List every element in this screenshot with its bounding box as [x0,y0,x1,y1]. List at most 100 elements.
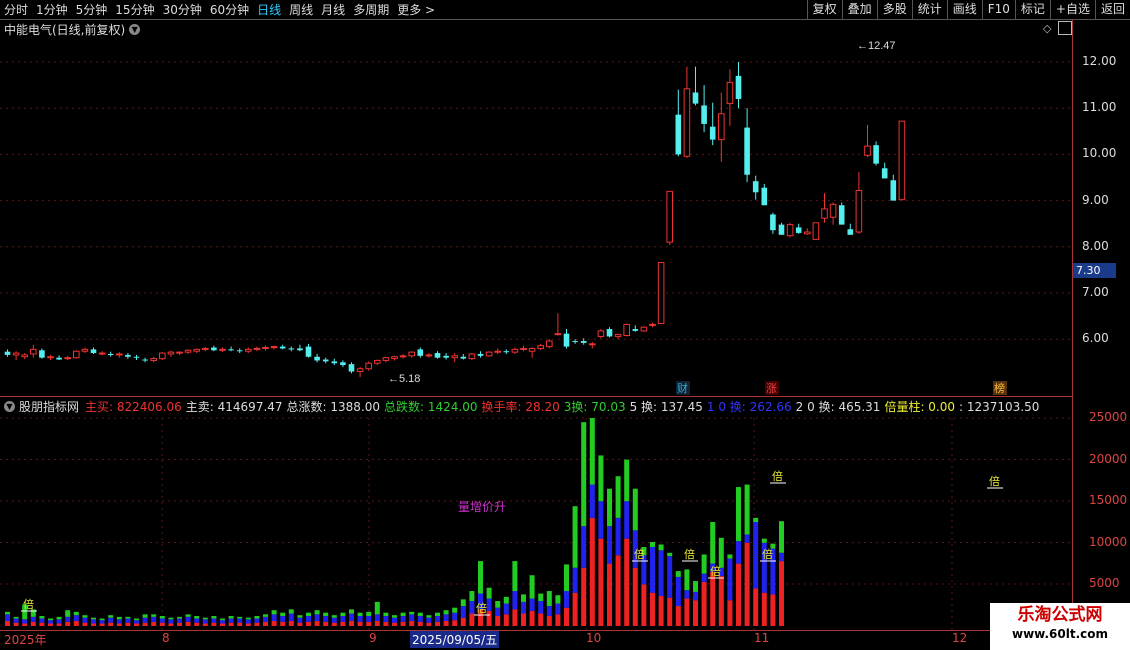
volume-bar-red [469,613,475,626]
price-tick-label: 8.00 [1082,238,1109,253]
volume-bar-blue [426,617,432,623]
indicator-field: 2 0 换: 465.31 [796,400,881,414]
volume-bar-green [288,609,294,614]
volume-bar-red [263,621,268,626]
volume-bar-red [521,613,526,626]
indicator-field-value: 414697.47 [217,399,283,414]
volume-bar-green [736,487,741,542]
volume-bar-blue [779,552,784,562]
volume-bar-green [598,455,604,502]
candle-body [898,120,906,201]
volume-bar-green [202,617,208,620]
volume-bar-blue [667,556,673,598]
volume-bar-green [48,618,53,621]
candle-body [365,362,372,370]
candle-body [692,92,699,104]
volume-bar-blue [288,613,294,622]
volume-bar-blue [383,616,389,622]
volume-bar-red [718,576,724,626]
volume-bar-blue [108,617,114,623]
candle-body [657,262,665,324]
indicator-header: ▼ 股朋指标网 主买: 822406.06 主卖: 414697.47 总涨数: 1… [0,396,1072,415]
candle-body [202,347,209,350]
volume-bar-red [39,622,45,626]
volume-bar-green [460,599,466,607]
volume-bar-red [65,621,71,626]
candle-body [391,356,398,360]
candle-body [528,347,536,352]
candle-body [167,351,175,355]
candle-body [90,349,97,354]
volume-bar-green [667,552,673,557]
volume-bar-blue [228,618,234,623]
candle-body [804,231,811,235]
volume-bar-red [538,613,544,626]
bei-volume-label: 倍 [762,547,773,561]
volume-bar-blue [297,617,303,623]
volume-bar-green [263,614,268,617]
bei-volume-label: 倍 [684,547,695,561]
candle-body [30,348,37,355]
candle-body [12,352,20,356]
volume-bar-blue [48,620,53,624]
volume-bar-red [5,621,10,626]
volume-bar-red [426,622,432,626]
volume-bar-red [650,592,655,626]
indicator-field-value: 1237103.50 [966,399,1040,414]
watermark-line1: 乐淘公式网 [1017,605,1103,625]
volume-bar-red [693,600,698,626]
volume-bar-blue [39,618,45,623]
volume-bar-red [564,607,569,626]
chevron-down-icon[interactable]: ▼ [4,400,15,412]
volume-bar-green [426,615,432,618]
volume-bar-blue [503,603,509,615]
candle-body [468,353,476,360]
candle-body [56,357,62,360]
indicator-field: 3换: 70.03 [564,400,626,414]
candle-body [356,368,364,373]
volume-bar-red [280,621,286,626]
indicator-field: 换手率: 28.20 [482,400,560,414]
candle-body [494,350,501,353]
indicator-field: 总跌数: 1424.00 [384,400,477,414]
volume-bar-red [288,621,294,626]
indicator-field-value: 465.31 [838,399,881,414]
volume-bar-green [409,611,415,615]
volume-bar-blue [22,619,28,624]
indicator-field-value: 0.00 [928,399,956,414]
volume-bar-green [779,521,784,553]
candle-body [666,190,674,243]
volume-bar-red [271,621,277,626]
candle-body [795,227,802,233]
candle-body [683,88,691,157]
volume-bar-red [486,611,492,626]
volume-bar-blue [280,616,286,622]
volume-bar-green [538,593,544,602]
candle-body [73,350,80,359]
volume-bar-blue [56,619,62,624]
volume-bar-red [701,581,707,626]
volume-bar-blue [185,616,191,622]
volume-bar-red [632,567,638,626]
volume-bar-green [125,616,131,619]
volume-bar-red [392,622,397,626]
candle-body [374,359,381,364]
volume-bar-blue [443,614,449,622]
indicator-name[interactable]: 股朋指标网 [19,398,79,415]
volume-bar-green [400,612,406,617]
price-tick-label: 12.00 [1082,54,1117,68]
toolbar-button[interactable]: 返回 [1094,0,1130,19]
volume-bar-green [650,541,655,547]
volume-bar-blue [91,619,96,624]
kline-chart[interactable]: ←12.47←5.18财涨榜倍倍 倍倍倍倍 倍倍 [0,0,1072,630]
candle-body [821,208,828,219]
volume-bar-blue [435,616,440,622]
volume-bar-red [572,592,578,626]
volume-bar-green [340,612,346,617]
volume-bar-blue [194,618,200,623]
volume-bar-green [280,612,286,617]
candle-body [726,81,734,105]
volume-bar-blue [598,501,604,539]
volume-bar-blue [564,591,569,608]
volume-bar-red [185,621,191,626]
